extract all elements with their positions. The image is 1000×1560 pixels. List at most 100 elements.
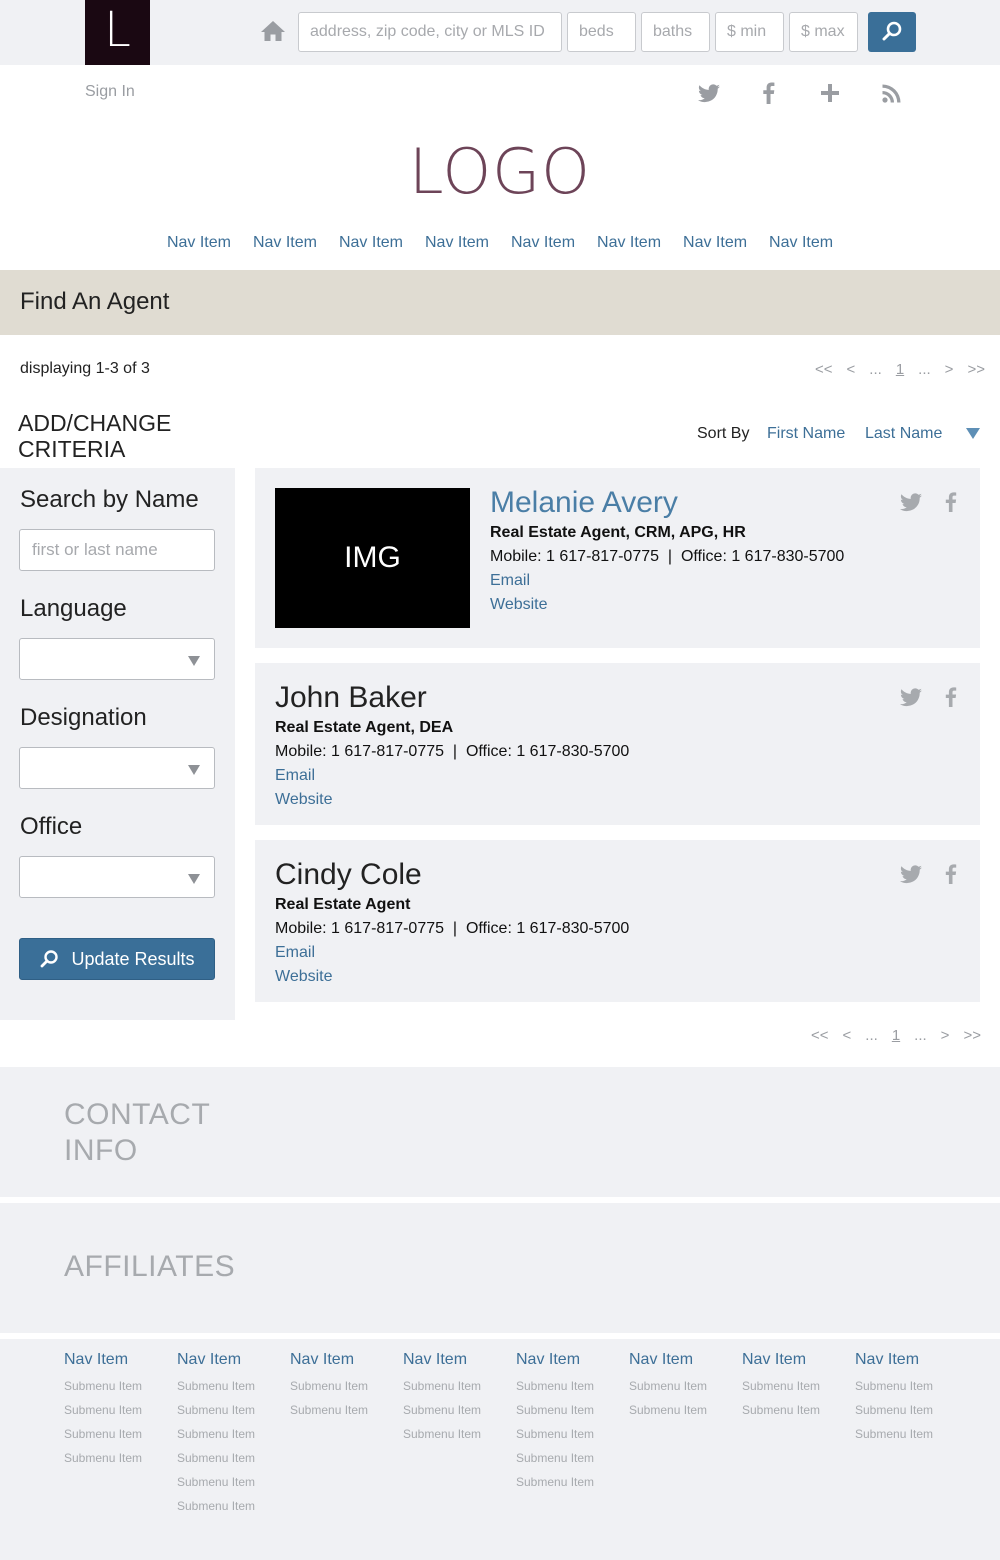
agent-designations: Real Estate Agent	[275, 896, 411, 913]
sort-last-name-link[interactable]: Last Name	[865, 425, 942, 443]
twitter-icon[interactable]	[898, 490, 924, 514]
language-select[interactable]	[19, 638, 215, 680]
pager-last[interactable]: >>	[963, 1027, 981, 1044]
pager-first[interactable]: <<	[815, 361, 833, 378]
footer-submenu-item[interactable]: Submenu Item	[516, 1475, 626, 1499]
agent-email-link[interactable]: Email	[490, 572, 530, 590]
address-search-input[interactable]	[298, 12, 562, 52]
twitter-icon[interactable]	[898, 862, 924, 886]
price-max-input[interactable]	[789, 12, 858, 52]
footer-submenu-item[interactable]: Submenu Item	[855, 1427, 965, 1451]
sign-in-link[interactable]: Sign In	[85, 83, 135, 101]
pagination-bottom: << < ... 1 ... > >>	[811, 1027, 981, 1044]
footer-submenu-item[interactable]: Submenu Item	[177, 1427, 287, 1451]
agent-website-link[interactable]: Website	[275, 791, 333, 809]
pager-next[interactable]: >	[941, 1027, 950, 1044]
footer-submenu-item[interactable]: Submenu Item	[177, 1379, 287, 1403]
agent-photo[interactable]: IMG	[275, 488, 470, 628]
designation-select[interactable]	[19, 747, 215, 789]
main-nav-item[interactable]: Nav Item	[167, 234, 231, 252]
footer-submenu-item[interactable]: Submenu Item	[516, 1379, 626, 1403]
footer-submenu-item[interactable]: Submenu Item	[403, 1379, 513, 1403]
footer-submenu-item[interactable]: Submenu Item	[177, 1403, 287, 1427]
footer-submenu-item[interactable]: Submenu Item	[64, 1379, 174, 1403]
twitter-icon[interactable]	[898, 685, 924, 709]
footer-submenu-item[interactable]: Submenu Item	[742, 1379, 852, 1403]
footer-nav-item[interactable]: Nav Item	[855, 1351, 965, 1369]
facebook-icon[interactable]	[938, 685, 964, 709]
main-nav-item[interactable]: Nav Item	[683, 234, 747, 252]
footer-nav-item[interactable]: Nav Item	[742, 1351, 852, 1369]
rss-icon[interactable]	[877, 80, 907, 108]
agent-email-link[interactable]: Email	[275, 767, 315, 785]
site-logo[interactable]: LOGO	[0, 135, 1000, 208]
beds-input[interactable]	[567, 12, 636, 52]
pager-next[interactable]: >	[945, 361, 954, 378]
facebook-icon[interactable]	[938, 490, 964, 514]
search-button[interactable]	[868, 12, 916, 52]
main-nav-item[interactable]: Nav Item	[769, 234, 833, 252]
footer-submenu-item[interactable]: Submenu Item	[629, 1379, 739, 1403]
pager-ellipsis: ...	[869, 361, 882, 378]
brand-mark-logo[interactable]: L	[85, 0, 150, 65]
agent-name-link[interactable]: Melanie Avery	[490, 486, 678, 520]
pager-first[interactable]: <<	[811, 1027, 829, 1044]
footer-submenu-item[interactable]: Submenu Item	[177, 1499, 287, 1523]
main-nav-item[interactable]: Nav Item	[597, 234, 661, 252]
facebook-icon[interactable]	[938, 862, 964, 886]
footer-submenu-item[interactable]: Submenu Item	[855, 1379, 965, 1403]
footer-submenu-item[interactable]: Submenu Item	[516, 1427, 626, 1451]
footer-submenu-item[interactable]: Submenu Item	[290, 1403, 400, 1427]
agent-card: John Baker Real Estate Agent, DEA Mobile…	[255, 663, 980, 825]
home-icon[interactable]	[260, 19, 286, 43]
update-results-button[interactable]: Update Results	[19, 938, 215, 980]
plus-icon[interactable]	[815, 80, 845, 108]
footer-submenu-item[interactable]: Submenu Item	[629, 1403, 739, 1427]
footer-nav-item[interactable]: Nav Item	[177, 1351, 287, 1369]
footer-nav-item[interactable]: Nav Item	[516, 1351, 626, 1369]
footer-submenu-item[interactable]: Submenu Item	[403, 1427, 513, 1451]
sort-direction-icon[interactable]	[966, 428, 980, 439]
footer-submenu-item[interactable]: Submenu Item	[742, 1403, 852, 1427]
main-nav-item[interactable]: Nav Item	[253, 234, 317, 252]
language-heading: Language	[20, 595, 127, 622]
footer-submenu-item[interactable]: Submenu Item	[855, 1403, 965, 1427]
pager-prev[interactable]: <	[847, 361, 856, 378]
baths-input[interactable]	[641, 12, 710, 52]
search-icon	[41, 950, 59, 968]
pager-current-page[interactable]: 1	[896, 361, 904, 378]
footer-submenu-item[interactable]: Submenu Item	[516, 1403, 626, 1427]
pager-last[interactable]: >>	[967, 361, 985, 378]
footer-submenu-item[interactable]: Submenu Item	[64, 1451, 174, 1475]
footer-submenu-item[interactable]: Submenu Item	[403, 1403, 513, 1427]
main-nav-item[interactable]: Nav Item	[511, 234, 575, 252]
footer-submenu-item[interactable]: Submenu Item	[64, 1403, 174, 1427]
agent-card: IMG Melanie Avery Real Estate Agent, CRM…	[255, 468, 980, 648]
agent-email-link[interactable]: Email	[275, 944, 315, 962]
sort-first-name-link[interactable]: First Name	[767, 425, 845, 443]
pager-prev[interactable]: <	[843, 1027, 852, 1044]
facebook-icon[interactable]	[754, 80, 784, 108]
main-nav-item[interactable]: Nav Item	[425, 234, 489, 252]
footer-nav-item[interactable]: Nav Item	[403, 1351, 513, 1369]
footer-submenu-item[interactable]: Submenu Item	[290, 1379, 400, 1403]
agent-name[interactable]: John Baker	[275, 681, 427, 715]
footer-submenu-item[interactable]: Submenu Item	[177, 1475, 287, 1499]
contact-info-section: CONTACT INFO	[0, 1067, 1000, 1197]
pager-current-page[interactable]: 1	[892, 1027, 900, 1044]
footer-submenu-item[interactable]: Submenu Item	[177, 1451, 287, 1475]
footer-nav-item[interactable]: Nav Item	[64, 1351, 174, 1369]
footer-nav-item[interactable]: Nav Item	[629, 1351, 739, 1369]
agent-name[interactable]: Cindy Cole	[275, 858, 422, 892]
name-search-input[interactable]	[19, 529, 215, 571]
agent-website-link[interactable]: Website	[275, 968, 333, 986]
agent-website-link[interactable]: Website	[490, 596, 548, 614]
main-nav-item[interactable]: Nav Item	[339, 234, 403, 252]
office-select[interactable]	[19, 856, 215, 898]
twitter-icon[interactable]	[694, 80, 724, 108]
footer-submenu-item[interactable]: Submenu Item	[516, 1451, 626, 1475]
price-min-input[interactable]	[715, 12, 784, 52]
footer-nav-item[interactable]: Nav Item	[290, 1351, 400, 1369]
pager-ellipsis: ...	[914, 1027, 927, 1044]
footer-submenu-item[interactable]: Submenu Item	[64, 1427, 174, 1451]
